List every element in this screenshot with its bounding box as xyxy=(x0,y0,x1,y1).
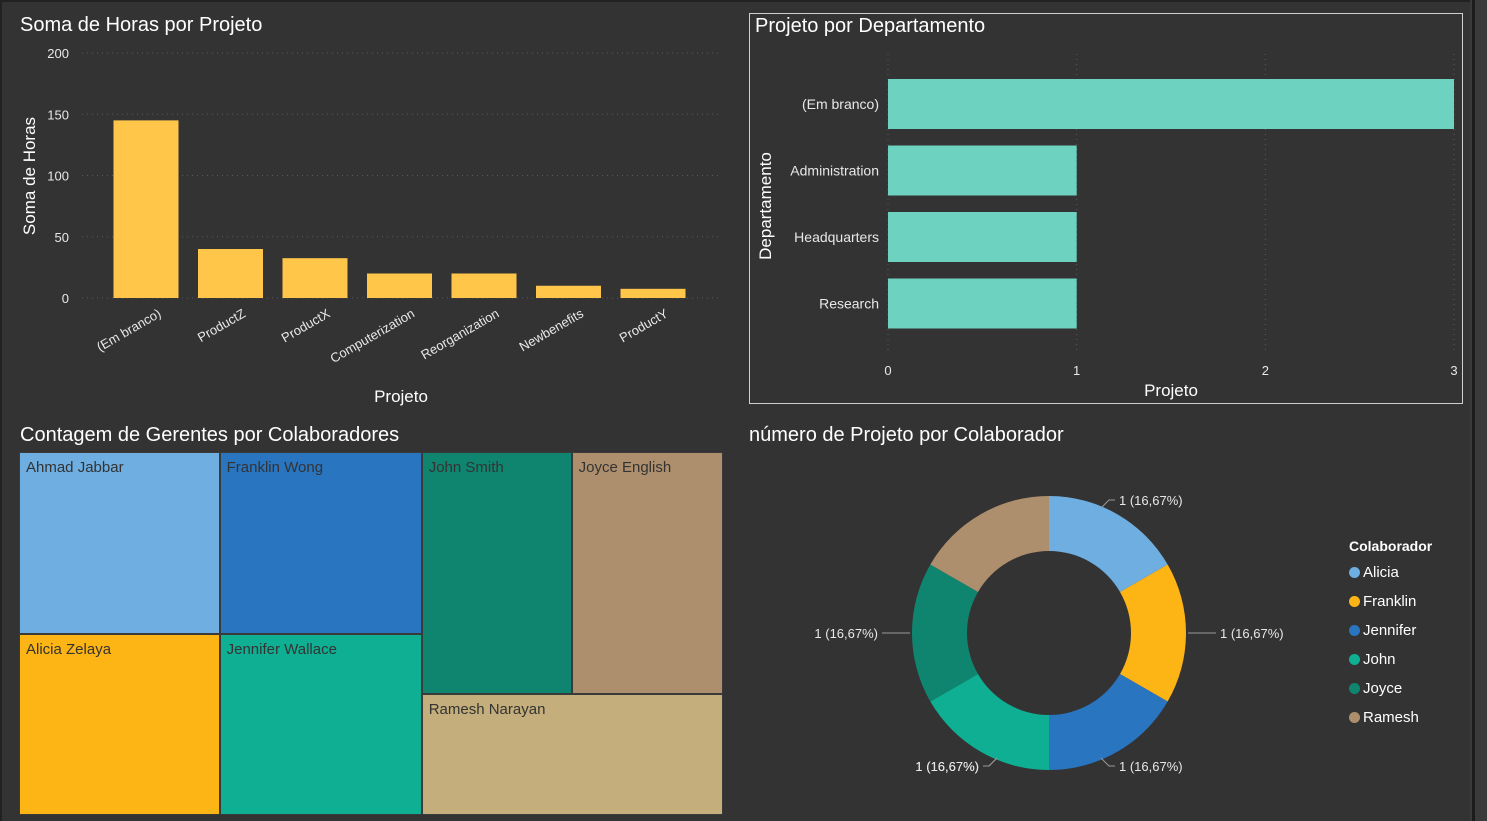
bar-6 xyxy=(620,288,686,298)
treemap-label: Franklin Wong xyxy=(226,459,324,476)
bar-3 xyxy=(367,273,432,298)
bar-0 xyxy=(113,120,179,298)
legend-dot xyxy=(1349,654,1360,665)
data-label: 1 (16,67%) xyxy=(1220,626,1284,641)
legend-item[interactable]: John xyxy=(1349,645,1432,674)
scrollbar-track xyxy=(1472,0,1475,821)
x-tick-label: 1 xyxy=(1073,363,1080,378)
treemap-cell[interactable]: Ramesh Narayan xyxy=(421,694,723,815)
bar-2 xyxy=(888,212,1077,262)
treemap-cell[interactable]: Franklin Wong xyxy=(219,452,422,634)
leader-line xyxy=(983,757,998,767)
treemap-cell[interactable]: Alicia Zelaya xyxy=(19,633,220,815)
x-tick-label: 0 xyxy=(884,363,891,378)
window-left-edge xyxy=(0,0,2,821)
legend-dot xyxy=(1349,712,1360,723)
data-label: 1 (16,67%) xyxy=(915,759,979,774)
treemap-cell[interactable]: Ahmad Jabbar xyxy=(19,452,220,634)
leader-line xyxy=(1100,499,1115,509)
treemap-panel[interactable]: Contagem de Gerentes por Colaboradores A… xyxy=(14,418,730,818)
legend-item[interactable]: Jennifer xyxy=(1349,616,1432,645)
treemap-cell[interactable]: John Smith xyxy=(421,452,572,695)
data-label: 1 (16,67%) xyxy=(1119,759,1183,774)
bar-0 xyxy=(888,79,1454,129)
x-tick-label: Computerization xyxy=(328,306,417,366)
legend-item[interactable]: Alicia xyxy=(1349,558,1432,587)
treemap-label: Ramesh Narayan xyxy=(428,701,546,719)
y-tick-label: 200 xyxy=(47,46,69,61)
donut-title: número de Projeto por Colaborador xyxy=(749,424,1064,446)
treemap-label: Ahmad Jabbar xyxy=(26,459,124,476)
y-tick-label: 100 xyxy=(47,169,69,184)
x-tick-label: ProductZ xyxy=(195,306,248,345)
x-tick-label: Newbenefits xyxy=(517,305,587,354)
x-tick-label: ProductX xyxy=(279,305,333,345)
legend-label: John xyxy=(1363,651,1396,668)
y-tick-label: 0 xyxy=(62,291,69,306)
treemap-title: Contagem de Gerentes por Colaboradores xyxy=(20,424,400,446)
donut-legend: Colaborador Alicia Franklin Jennifer John Jo… xyxy=(1349,538,1432,732)
treemap-label: Alicia Zelaya xyxy=(26,640,112,658)
leader-line xyxy=(1100,757,1115,767)
window-top-edge xyxy=(0,0,1487,2)
bar-1 xyxy=(888,145,1077,196)
treemap-label: John Smith xyxy=(428,459,504,476)
treemap-label: Jennifer Wallace xyxy=(226,640,337,658)
legend-label: Franklin xyxy=(1363,593,1417,610)
legend-dot xyxy=(1349,596,1360,607)
treemap-cell[interactable]: Jennifer Wallace xyxy=(219,633,422,815)
y-tick-label: 50 xyxy=(55,230,69,245)
legend-label: Jennifer xyxy=(1363,622,1417,639)
legend-label: Alicia xyxy=(1363,564,1399,581)
x-tick-label: ProductY xyxy=(617,305,671,345)
x-axis-title: Projeto xyxy=(374,387,428,406)
legend-item[interactable]: Franklin xyxy=(1349,587,1432,616)
x-tick-label: (Em branco) xyxy=(94,306,163,355)
y-axis-title: Soma de Horas xyxy=(20,117,39,235)
x-tick-label: 3 xyxy=(1450,363,1457,378)
bar-5 xyxy=(536,285,601,298)
legend-dot xyxy=(1349,683,1360,694)
x-axis-title: Projeto xyxy=(1144,381,1198,400)
treemap-label: Joyce English xyxy=(578,459,672,476)
y-axis-title: Departamento xyxy=(756,152,775,260)
hours-bar-chart: 0 50 100 150 200 (Em branco) ProductZ ProductXC… xyxy=(20,46,718,406)
treemap-chart: Ahmad Jabbar Franklin Wong John Smith Joyce… xyxy=(19,452,723,815)
legend-label: Joyce xyxy=(1363,680,1403,697)
y-tick-label: Headquarters xyxy=(794,229,879,245)
legend-item[interactable]: Joyce xyxy=(1349,674,1432,703)
x-tick-label: 2 xyxy=(1262,363,1269,378)
y-tick-label: Research xyxy=(819,296,879,312)
y-tick-label: (Em branco) xyxy=(802,96,879,112)
legend-title: Colaborador xyxy=(1349,538,1433,554)
data-label: 1 (16,67%) xyxy=(814,626,878,641)
donut-chart: 1 (16,67%) 1 (16,67%) 1 (16,67%) 1 (16,67%)… xyxy=(814,493,1284,774)
bar-3 xyxy=(888,278,1077,329)
legend-dot xyxy=(1349,625,1360,636)
bar-1 xyxy=(198,249,263,298)
page-scrollbar[interactable] xyxy=(1470,0,1487,821)
treemap-cell[interactable]: Joyce English xyxy=(571,452,723,695)
legend-label: Ramesh xyxy=(1363,709,1419,726)
y-tick-label: Administration xyxy=(790,163,879,179)
x-tick-label: Reorganization xyxy=(418,306,501,363)
bar-2 xyxy=(282,258,348,298)
y-tick-label: 150 xyxy=(47,107,69,122)
legend-item[interactable]: Ramesh xyxy=(1349,703,1432,732)
data-label: 1 (16,67%) xyxy=(1119,493,1183,508)
legend-dot xyxy=(1349,567,1360,578)
dept-bar-chart: 0 1 2 3 (Em branco) Administration Headquarter… xyxy=(756,54,1458,400)
hours-chart-panel[interactable]: Soma de Horas por Projeto 0 50 100 150 200 (E… xyxy=(14,8,730,408)
dept-chart-panel[interactable]: Projeto por Departamento 0 1 2 3 (Em branco)… xyxy=(749,13,1463,404)
bar-4 xyxy=(451,273,517,298)
